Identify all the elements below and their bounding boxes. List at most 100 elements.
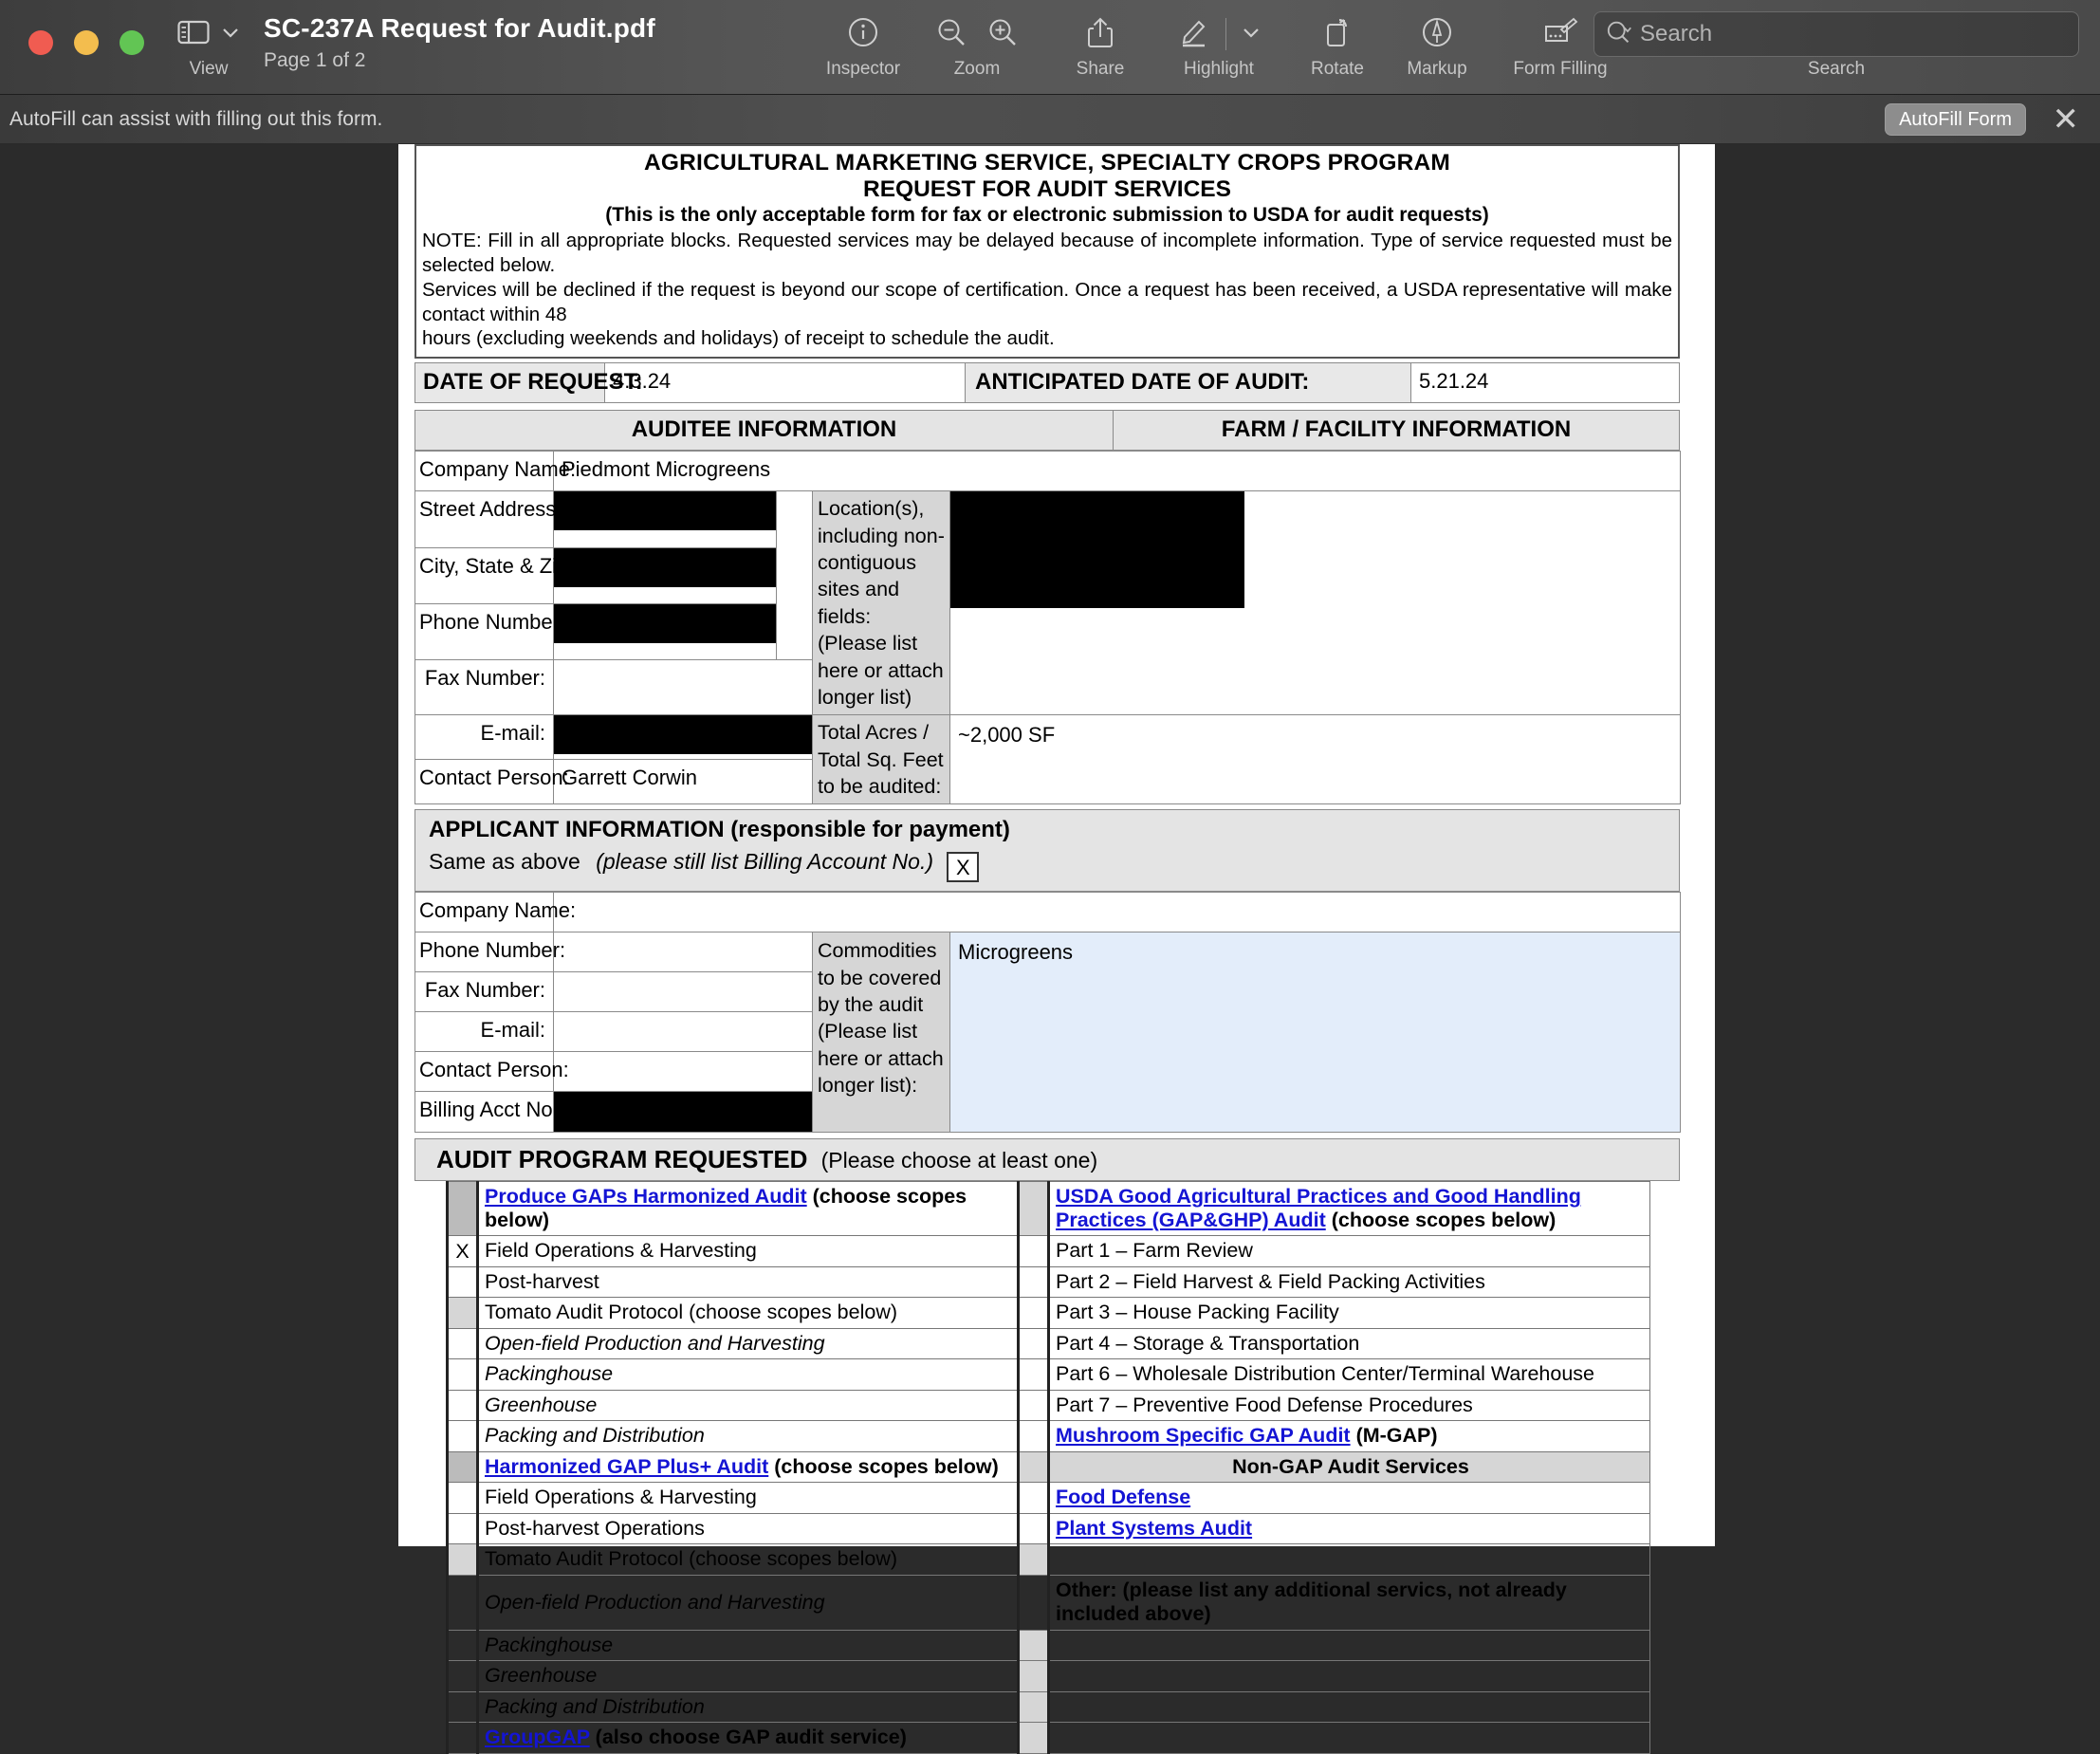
chevron-down-icon[interactable] [221,26,240,44]
left-checkbox[interactable] [448,1723,478,1754]
applicant-email-value[interactable] [554,1012,813,1052]
right-checkbox[interactable] [1019,1328,1049,1359]
right-checkbox[interactable] [1019,1483,1049,1514]
right-checkbox[interactable] [1019,1451,1049,1483]
left-audit-text: Field Operations & Harvesting [485,1239,757,1262]
left-checkbox[interactable] [448,1544,478,1576]
search-group[interactable]: Search Search [1593,11,2087,80]
left-audit-row-label: Harmonized GAP Plus+ Audit (choose scope… [478,1451,1019,1483]
left-checkbox[interactable] [448,1390,478,1421]
left-audit-text: Tomato Audit Protocol (choose scopes bel… [485,1301,897,1323]
zoom-controls[interactable]: Zoom [906,11,1048,80]
applicant-fax-value[interactable] [554,972,813,1012]
left-checkbox[interactable] [448,1691,478,1723]
auditee-section-header: AUDITEE INFORMATION [415,411,1114,451]
same-as-above-checkbox[interactable]: X [947,852,979,882]
left-audit-link[interactable]: Harmonized GAP Plus+ Audit [485,1455,768,1478]
left-checkbox[interactable] [448,1298,478,1329]
locations-value[interactable] [950,491,1681,715]
zoom-out-icon[interactable] [936,17,967,52]
left-checkbox[interactable] [448,1421,478,1452]
right-checkbox[interactable] [1019,1421,1049,1452]
applicant-contact-value[interactable] [554,1052,813,1092]
street-address-value[interactable] [554,491,777,547]
applicant-company-name-value[interactable] [554,893,1681,932]
anticipated-date-value[interactable]: 5.21.24 [1411,363,1680,403]
city-state-zip-value[interactable] [554,547,777,603]
left-checkbox[interactable] [448,1328,478,1359]
anticipated-date-label: ANTICIPATED DATE OF AUDIT: [966,363,1411,403]
left-audit-link[interactable]: GroupGAP [485,1726,590,1748]
audit-program-table: Produce GAPs Harmonized Audit (choose sc… [446,1181,1650,1754]
pdf-document-area[interactable]: AGRICULTURAL MARKETING SERVICE, SPECIALT… [0,144,2100,1546]
right-checkbox[interactable] [1019,1298,1049,1329]
billing-acct-value[interactable] [554,1092,813,1133]
left-audit-row-label: Field Operations & Harvesting [478,1236,1019,1267]
right-checkbox[interactable] [1019,1723,1049,1754]
applicant-contact-label: Contact Person: [415,1052,554,1092]
contact-person-value[interactable]: Garrett Corwin [554,760,813,804]
autofill-form-button[interactable]: AutoFill Form [1885,103,2026,136]
left-checkbox[interactable] [448,1661,478,1692]
total-acres-value[interactable]: ~2,000 SF [950,715,1681,804]
applicant-phone-value[interactable] [554,932,813,972]
right-checkbox[interactable] [1019,1513,1049,1544]
highlighter-pen-icon[interactable] [1178,16,1210,53]
minimize-window-button[interactable] [74,30,99,55]
right-checkbox[interactable] [1019,1691,1049,1723]
left-checkbox[interactable] [448,1182,478,1236]
left-audit-link[interactable]: Produce GAPs Harmonized Audit [485,1185,807,1208]
email-value[interactable] [554,715,813,760]
right-checkbox[interactable] [1019,1182,1049,1236]
sidebar-icon [177,19,210,50]
fax-number-value[interactable] [554,660,813,715]
right-checkbox[interactable] [1019,1390,1049,1421]
view-sidebar-button[interactable]: View [161,11,256,80]
left-checkbox[interactable] [448,1483,478,1514]
maximize-window-button[interactable] [120,30,144,55]
company-name-value[interactable]: Piedmont Microgreens [554,452,1681,491]
left-checkbox[interactable] [448,1266,478,1298]
left-audit-row-label: Greenhouse [478,1390,1019,1421]
billing-acct-label: Billing Acct No.: [415,1092,554,1133]
right-audit-text: Part 6 – Wholesale Distribution Center/T… [1056,1362,1594,1385]
zoom-label: Zoom [906,59,1048,80]
applicant-header-table: APPLICANT INFORMATION (responsible for p… [414,809,1680,892]
phone-number-value[interactable] [554,604,777,660]
total-acres-label: Total Acres / Total Sq. Feet to be audit… [813,715,950,804]
left-checkbox[interactable]: X [448,1236,478,1267]
right-checkbox[interactable] [1019,1661,1049,1692]
left-checkbox[interactable] [448,1575,478,1630]
left-audit-text: Greenhouse [485,1394,597,1416]
right-checkbox[interactable] [1019,1630,1049,1661]
zoom-in-icon[interactable] [987,17,1018,52]
search-field[interactable]: Search [1593,11,2079,57]
left-audit-row-label: Tomato Audit Protocol (choose scopes bel… [478,1544,1019,1576]
date-of-request-value[interactable]: 4.3.24 [605,363,966,403]
right-audit-link[interactable]: Plant Systems Audit [1056,1517,1252,1540]
right-audit-text: Part 1 – Farm Review [1056,1239,1253,1262]
left-audit-row-label: Produce GAPs Harmonized Audit (choose sc… [478,1182,1019,1236]
close-icon[interactable]: ✕ [2053,102,2080,137]
auditee-spacer-cell [777,491,813,660]
highlight-chevron-down-icon[interactable] [1242,26,1261,44]
close-window-button[interactable] [28,30,53,55]
left-checkbox[interactable] [448,1451,478,1483]
right-checkbox[interactable] [1019,1266,1049,1298]
commodities-value[interactable]: Microgreens [950,932,1681,1133]
right-checkbox[interactable] [1019,1544,1049,1576]
left-audit-text: Field Operations & Harvesting [485,1486,757,1508]
window-titlebar: View SC-237A Request for Audit.pdf Page … [0,0,2100,95]
right-checkbox[interactable] [1019,1359,1049,1391]
right-audit-suffix: (please list any additional servics, not… [1056,1579,1567,1625]
left-checkbox[interactable] [448,1359,478,1391]
right-audit-link[interactable]: Mushroom Specific GAP Audit [1056,1424,1351,1447]
left-checkbox[interactable] [448,1513,478,1544]
audit-program-title: AUDIT PROGRAM REQUESTED [436,1145,807,1173]
left-checkbox[interactable] [448,1630,478,1661]
right-checkbox[interactable] [1019,1236,1049,1267]
right-checkbox[interactable] [1019,1575,1049,1630]
right-audit-link[interactable]: Food Defense [1056,1486,1190,1508]
search-icon[interactable] [1606,19,1634,50]
audit-program-row: Harmonized GAP Plus+ Audit (choose scope… [448,1451,1650,1483]
